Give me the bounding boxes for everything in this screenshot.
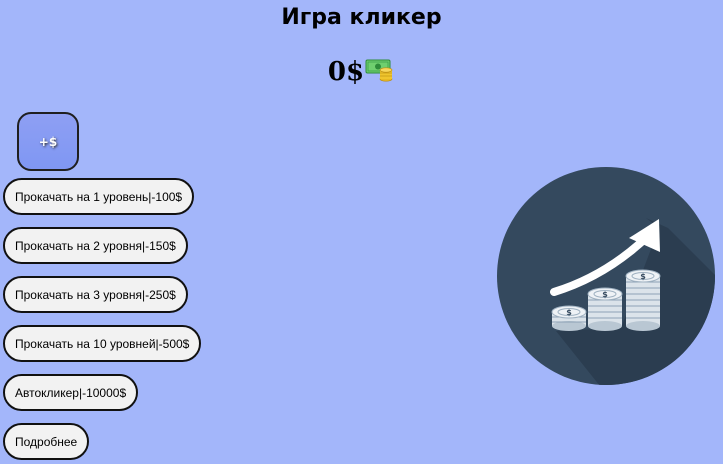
upgrade-level-2-button[interactable]: Прокачать на 2 уровня|-150$ bbox=[3, 227, 188, 264]
balance-amount: 0$ bbox=[327, 57, 365, 87]
svg-text:$: $ bbox=[602, 290, 608, 299]
svg-text:$: $ bbox=[566, 308, 572, 317]
money-icon bbox=[365, 57, 395, 93]
upgrade-level-3-button[interactable]: Прокачать на 3 уровня|-250$ bbox=[3, 276, 188, 313]
growth-coins-chart-icon: $ $ $ bbox=[496, 166, 716, 386]
more-info-button[interactable]: Подробнее bbox=[3, 423, 90, 460]
autoclicker-button[interactable]: Автокликер|-10000$ bbox=[3, 374, 139, 411]
svg-text:$: $ bbox=[640, 272, 646, 281]
earn-click-button[interactable]: +$ bbox=[17, 112, 79, 171]
balance-display: 0$ bbox=[0, 54, 723, 93]
page-title: Игра кликер bbox=[281, 5, 442, 30]
upgrade-level-10-button[interactable]: Прокачать на 10 уровней|-500$ bbox=[3, 325, 202, 362]
upgrade-level-1-button[interactable]: Прокачать на 1 уровень|-100$ bbox=[3, 178, 195, 215]
